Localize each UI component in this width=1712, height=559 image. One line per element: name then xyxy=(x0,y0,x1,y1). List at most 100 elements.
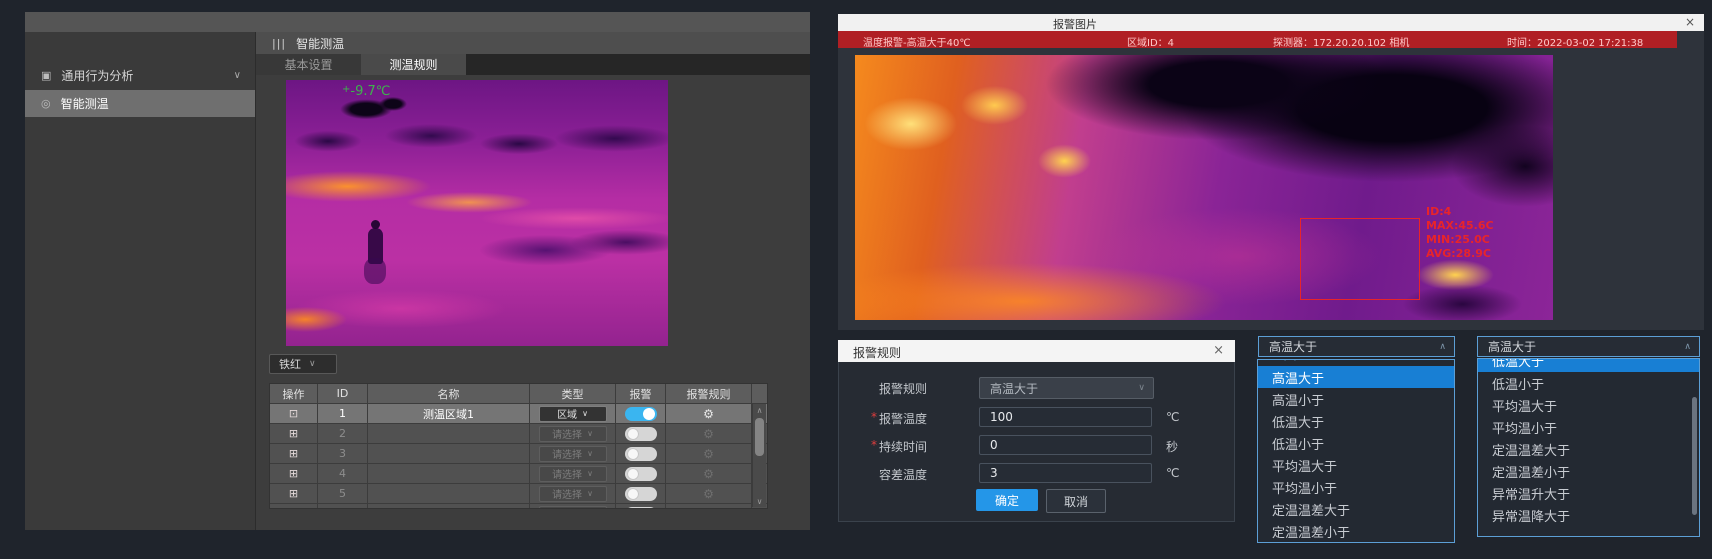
table-row[interactable]: ⊞ 3 请选择∨ ⚙ xyxy=(270,444,767,464)
sidebar-group-behavior-analysis[interactable]: ▣ 通用行为分析 ∨ xyxy=(25,62,255,89)
type-select[interactable]: 请选择∨ xyxy=(539,466,607,482)
gear-icon[interactable]: ⚙ xyxy=(703,447,714,461)
table-row[interactable]: ⊞ 5 请选择∨ ⚙ xyxy=(270,484,767,504)
gear-icon[interactable]: ⚙ xyxy=(703,507,714,510)
table-header-row: 操作 ID 名称 类型 报警 报警规则 xyxy=(270,384,767,404)
dropdown-option[interactable]: 平均温大于 xyxy=(1258,454,1454,476)
table-row[interactable]: ⊡ 1 测温区域1 区域∨ ⚙ xyxy=(270,404,767,424)
type-select[interactable]: 请选择∨ xyxy=(539,446,607,462)
row-id: 4 xyxy=(318,464,368,483)
dropdown-option[interactable]: 异常温降大于 xyxy=(1478,504,1699,526)
cancel-button[interactable]: 取消 xyxy=(1046,489,1106,513)
alarm-toggle[interactable] xyxy=(625,507,657,510)
thermometer-icon: ◎ xyxy=(41,97,51,110)
chevron-up-icon: ∧ xyxy=(1684,342,1691,352)
add-region-icon[interactable]: ⊞ xyxy=(289,427,298,440)
table-row-partial[interactable]: ⊞ 请选择∨ ⚙ xyxy=(270,504,767,509)
tolerance-unit: ℃ xyxy=(1166,466,1179,480)
alarm-thermal-image: ID:4 MAX:45.6C MIN:25.0C AVG:28.9C xyxy=(855,55,1553,320)
dropdown-scrollbar-thumb[interactable] xyxy=(1692,397,1697,515)
row-id xyxy=(318,504,368,509)
region-stats-overlay: ID:4 MAX:45.6C MIN:25.0C AVG:28.9C xyxy=(1426,205,1494,261)
scroll-down-icon[interactable]: ∨ xyxy=(753,495,766,507)
dialog-titlebar: 报警图片 × xyxy=(838,14,1704,31)
gear-icon[interactable]: ⚙ xyxy=(703,407,714,421)
scrollbar-thumb[interactable] xyxy=(755,418,764,456)
temp-field-label: 报警温度 xyxy=(879,410,927,427)
draw-region-icon[interactable]: ⊡ xyxy=(289,407,298,420)
tab-temp-rules[interactable]: 测温规则 xyxy=(361,54,466,75)
rule-type-select[interactable]: 高温大于 ∨ xyxy=(979,377,1154,399)
dropdown-option[interactable]: 高温小于 xyxy=(1258,388,1454,410)
scroll-up-icon[interactable]: ∧ xyxy=(753,404,766,416)
chevron-down-icon: ∨ xyxy=(587,469,593,478)
alarm-toggle[interactable] xyxy=(625,447,657,461)
close-icon[interactable]: × xyxy=(1213,343,1224,358)
dropdown-option[interactable]: 定温温差大于 xyxy=(1478,438,1699,460)
spot-temperature-label: +-9.7℃ xyxy=(342,84,390,99)
duration-input[interactable] xyxy=(979,435,1152,455)
dropdown-option-partial[interactable]: 低温大于 xyxy=(1478,359,1699,372)
rule-dropdown-1-list: 高温大于 高温小于 低温大于 低温小于 平均温大于 平均温小于 定温温差大于 定… xyxy=(1257,359,1455,543)
row-name: 测温区域1 xyxy=(368,404,530,423)
app-screen: ▣ 通用行为分析 ∨ ◎ 智能测温 ||| 智能测温 基本设置 测温规则 +-9… xyxy=(0,0,1712,559)
add-region-icon[interactable]: ⊞ xyxy=(289,447,298,460)
alarm-temp-input[interactable] xyxy=(979,407,1152,427)
dropdown-option[interactable]: 平均温小于 xyxy=(1258,476,1454,498)
dropdown-option[interactable]: 定温温差小于 xyxy=(1478,460,1699,482)
dropdown-option[interactable]: 低温小于 xyxy=(1258,432,1454,454)
alarm-toggle[interactable] xyxy=(625,407,657,421)
dropdown-option[interactable]: 低温大于 xyxy=(1258,410,1454,432)
col-name: 名称 xyxy=(368,384,530,403)
palette-select[interactable]: 铁红 ∨ xyxy=(269,354,337,374)
add-region-icon[interactable]: ⊞ xyxy=(289,487,298,500)
table-row[interactable]: ⊞ 4 请选择∨ ⚙ xyxy=(270,464,767,484)
close-icon[interactable]: × xyxy=(1685,15,1695,29)
table-row[interactable]: ⊞ 2 请选择∨ ⚙ xyxy=(270,424,767,444)
tab-basic-settings[interactable]: 基本设置 xyxy=(256,54,361,75)
temp-unit: ℃ xyxy=(1166,410,1179,424)
type-select[interactable]: 区域∨ xyxy=(539,406,607,422)
row-id: 5 xyxy=(318,484,368,503)
sidebar: ▣ 通用行为分析 ∨ ◎ 智能测温 xyxy=(25,32,256,530)
monitor-icon: ▣ xyxy=(41,69,51,82)
alert-type-text: 温度报警-高温大于40℃ xyxy=(863,34,971,49)
gear-icon[interactable]: ⚙ xyxy=(703,427,714,441)
row-id: 1 xyxy=(318,404,368,423)
row-id: 2 xyxy=(318,424,368,443)
dropdown-option[interactable]: 定温温差小于 xyxy=(1258,520,1454,542)
col-type: 类型 xyxy=(530,384,616,403)
rule-dropdown-1[interactable]: 高温大于 ∧ xyxy=(1258,336,1455,357)
rule-dropdown-2[interactable]: 高温大于 ∧ xyxy=(1477,336,1700,357)
region-max-text: MAX:45.6C xyxy=(1426,219,1494,233)
row-name xyxy=(368,424,530,443)
gear-icon[interactable]: ⚙ xyxy=(703,487,714,501)
dropdown-option[interactable]: 异常温升大于 xyxy=(1478,482,1699,504)
window-topbar xyxy=(25,12,810,32)
dropdown-option[interactable]: 低温小于 xyxy=(1478,372,1699,394)
type-select[interactable]: 请选择∨ xyxy=(539,486,607,502)
thermal-preview-canvas[interactable]: +-9.7℃ xyxy=(286,80,668,346)
alarm-alert-bar: 温度报警-高温大于40℃ 区域ID：4 探测器：172.20.20.102 相机… xyxy=(838,31,1677,48)
type-select[interactable]: 请选择∨ xyxy=(539,506,607,510)
alarm-toggle[interactable] xyxy=(625,427,657,441)
tolerance-input[interactable] xyxy=(979,463,1152,483)
chevron-up-icon: ∧ xyxy=(1439,342,1446,352)
tolerance-field-label: 容差温度 xyxy=(879,466,927,483)
dropdown-option[interactable]: 低温大于 xyxy=(1478,359,1699,371)
row-name xyxy=(368,504,530,509)
dropdown-option[interactable]: 平均温大于 xyxy=(1478,394,1699,416)
alarm-toggle[interactable] xyxy=(625,487,657,501)
confirm-button[interactable]: 确定 xyxy=(976,489,1038,511)
sidebar-item-smart-temp[interactable]: ◎ 智能测温 xyxy=(25,90,255,117)
region-table: 操作 ID 名称 类型 报警 报警规则 ⊡ 1 测温区域1 区域∨ ⚙ ⊞ xyxy=(269,383,768,509)
dropdown-option[interactable]: 平均温小于 xyxy=(1478,416,1699,438)
add-region-icon[interactable]: ⊞ xyxy=(289,507,298,509)
add-region-icon[interactable]: ⊞ xyxy=(289,467,298,480)
dropdown-option[interactable]: 高温大于 xyxy=(1258,366,1454,388)
table-scrollbar[interactable]: ∧ ∨ xyxy=(752,404,766,507)
dropdown-option[interactable]: 定温温差大于 xyxy=(1258,498,1454,520)
gear-icon[interactable]: ⚙ xyxy=(703,467,714,481)
type-select[interactable]: 请选择∨ xyxy=(539,426,607,442)
alarm-toggle[interactable] xyxy=(625,467,657,481)
